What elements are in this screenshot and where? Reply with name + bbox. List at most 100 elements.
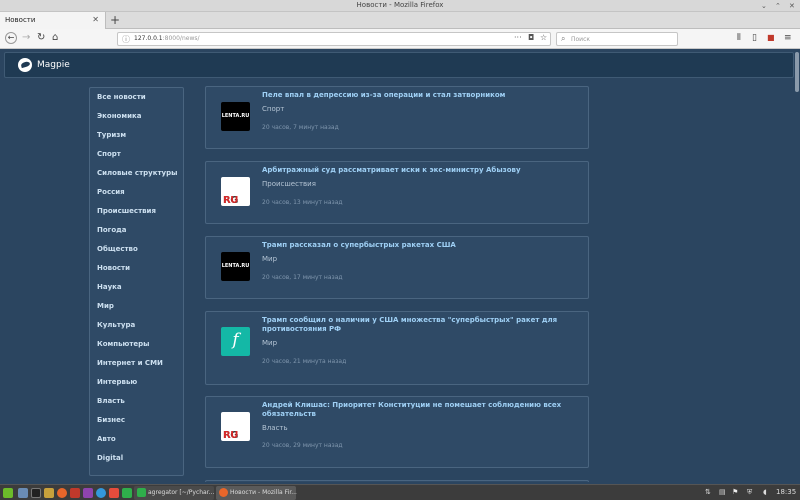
category-link[interactable]: Происшествия: [97, 207, 156, 215]
category-link[interactable]: Компьютеры: [97, 340, 149, 348]
window-title-bar: Новости - Mozilla Firefox ⌄ ⌃ ✕: [0, 0, 800, 12]
taskbar-task-active[interactable]: Новости - Mozilla Fir...: [216, 486, 297, 500]
news-card[interactable]: RG RU Андрей Клишас: Приоритет Конституци…: [205, 396, 589, 468]
taskbar: agregator [~/Pychar... Новости - Mozilla…: [0, 484, 800, 500]
new-tab-icon[interactable]: +: [110, 13, 120, 27]
page-actions-icon[interactable]: ···: [514, 33, 522, 42]
sidebar-icon[interactable]: ▯: [752, 32, 757, 44]
news-title[interactable]: Пеле впал в депрессию из-за операции и с…: [262, 91, 576, 100]
shield-icon[interactable]: ⛨: [747, 488, 752, 497]
maximize-icon[interactable]: ⌃: [775, 1, 781, 11]
tab-news[interactable]: Новости ✕: [0, 12, 106, 29]
news-card[interactable]: LENTA.RU Трамп рассказал о супербыстрых …: [205, 236, 589, 299]
network-icon[interactable]: ⇅: [705, 488, 711, 496]
search-input[interactable]: [571, 34, 671, 45]
category-link[interactable]: Спорт: [97, 150, 121, 158]
search-icon: ⌕: [561, 34, 566, 43]
firefox-icon[interactable]: [57, 488, 67, 498]
news-category: Происшествия: [262, 180, 316, 188]
page-scrollbar[interactable]: [794, 50, 800, 482]
news-category: Спорт: [262, 105, 285, 113]
close-window-icon[interactable]: ✕: [789, 1, 795, 11]
category-link[interactable]: Экономика: [97, 112, 141, 120]
app-icon[interactable]: [96, 488, 106, 498]
news-category: Власть: [262, 424, 288, 432]
search-bar[interactable]: ⌕: [556, 32, 678, 46]
news-category: Мир: [262, 255, 278, 263]
news-time: 20 часов, 29 минут назад: [262, 442, 343, 449]
category-link[interactable]: Наука: [97, 283, 122, 291]
minimize-icon[interactable]: ⌄: [761, 1, 767, 11]
news-title[interactable]: Арбитражный суд рассматривает иски к экс…: [262, 166, 576, 175]
news-time: 20 часов, 17 минут назад: [262, 274, 343, 281]
lenta-logo-icon: LENTA.RU: [221, 102, 250, 131]
tab-close-icon[interactable]: ✕: [92, 15, 99, 24]
category-link[interactable]: Digital: [97, 454, 123, 462]
news-card[interactable]: LENTA.RU Пеле впал в депрессию из-за опе…: [205, 86, 589, 149]
app-icon[interactable]: [83, 488, 93, 498]
volume-icon[interactable]: ◖: [763, 488, 767, 496]
news-time: 20 часов, 7 минут назад: [262, 124, 339, 131]
terminal-icon[interactable]: [31, 488, 41, 498]
news-title[interactable]: Трамп сообщил о наличии у США множества …: [262, 316, 576, 334]
category-link[interactable]: Общество: [97, 245, 138, 253]
category-link[interactable]: Россия: [97, 188, 125, 196]
brand-name[interactable]: Magpie: [37, 60, 70, 70]
category-link[interactable]: Силовые структуры: [97, 169, 177, 177]
category-link[interactable]: Интервью: [97, 378, 137, 386]
news-card[interactable]: RG RU Арбитражный суд рассматривает иски …: [205, 161, 589, 224]
category-link[interactable]: Погода: [97, 226, 127, 234]
home-icon[interactable]: ⌂: [52, 32, 58, 44]
scrollbar-thumb[interactable]: [795, 52, 799, 92]
keyboard-layout-icon[interactable]: ▤: [719, 488, 726, 496]
site-header: Magpie: [4, 52, 794, 78]
start-menu-icon[interactable]: [3, 488, 13, 498]
fontanka-logo-icon: f: [221, 327, 250, 356]
forward-icon[interactable]: →: [22, 32, 30, 44]
menu-icon[interactable]: ≡: [784, 32, 792, 44]
category-link[interactable]: Интернет и СМИ: [97, 359, 163, 367]
pycharm-icon[interactable]: [122, 488, 132, 498]
url-text[interactable]: 127.0.0.1:8000/news/: [134, 35, 200, 42]
news-card[interactable]: [205, 480, 589, 482]
category-sidebar: Все новости Экономика Туризм Спорт Силов…: [89, 87, 184, 476]
news-card[interactable]: f Трамп сообщил о наличии у США множеств…: [205, 311, 589, 385]
reload-icon[interactable]: ↻: [37, 32, 45, 44]
files-icon[interactable]: [44, 488, 54, 498]
url-bar[interactable]: ⓘ 127.0.0.1:8000/news/ ··· ◘ ☆: [117, 32, 551, 46]
navigation-bar: ← → ↻ ⌂ ⓘ 127.0.0.1:8000/news/ ··· ◘ ☆ ⌕…: [0, 29, 800, 49]
news-category: Мир: [262, 339, 278, 347]
extension-icon[interactable]: ■: [767, 32, 775, 44]
editor-icon[interactable]: [70, 488, 80, 498]
library-icon[interactable]: ⫴: [737, 32, 741, 44]
window-title: Новости - Mozilla Firefox: [356, 1, 444, 9]
tab-strip: Новости ✕ +: [0, 12, 800, 29]
taskbar-task[interactable]: agregator [~/Pychar...: [134, 486, 214, 500]
clock[interactable]: 18:35: [776, 488, 796, 496]
tab-title: Новости: [5, 16, 36, 24]
news-time: 20 часов, 13 минут назад: [262, 199, 343, 206]
rg-logo-icon: RG RU: [221, 412, 250, 441]
news-time: 20 часов, 21 минута назад: [262, 358, 347, 365]
category-link[interactable]: Новости: [97, 264, 130, 272]
category-link[interactable]: Все новости: [97, 93, 146, 101]
show-desktop-icon[interactable]: [18, 488, 28, 498]
flag-icon[interactable]: ⚑: [732, 488, 738, 496]
category-link[interactable]: Авто: [97, 435, 116, 443]
rg-logo-icon: RG RU: [221, 177, 250, 206]
category-link[interactable]: Бизнес: [97, 416, 125, 424]
magpie-logo-icon[interactable]: [18, 58, 32, 72]
page-content: Magpie Все новости Экономика Туризм Спор…: [0, 50, 800, 482]
category-link[interactable]: Власть: [97, 397, 125, 405]
category-link[interactable]: Туризм: [97, 131, 126, 139]
bookmark-star-icon[interactable]: ☆: [540, 33, 547, 42]
category-link[interactable]: Культура: [97, 321, 135, 329]
pocket-icon[interactable]: ◘: [528, 33, 534, 42]
news-title[interactable]: Андрей Клишас: Приоритет Конституции не …: [262, 401, 576, 419]
back-icon[interactable]: ←: [5, 32, 17, 44]
site-info-icon[interactable]: ⓘ: [122, 34, 130, 45]
lenta-logo-icon: LENTA.RU: [221, 252, 250, 281]
news-title[interactable]: Трамп рассказал о супербыстрых ракетах С…: [262, 241, 576, 250]
category-link[interactable]: Мир: [97, 302, 114, 310]
app-icon[interactable]: [109, 488, 119, 498]
